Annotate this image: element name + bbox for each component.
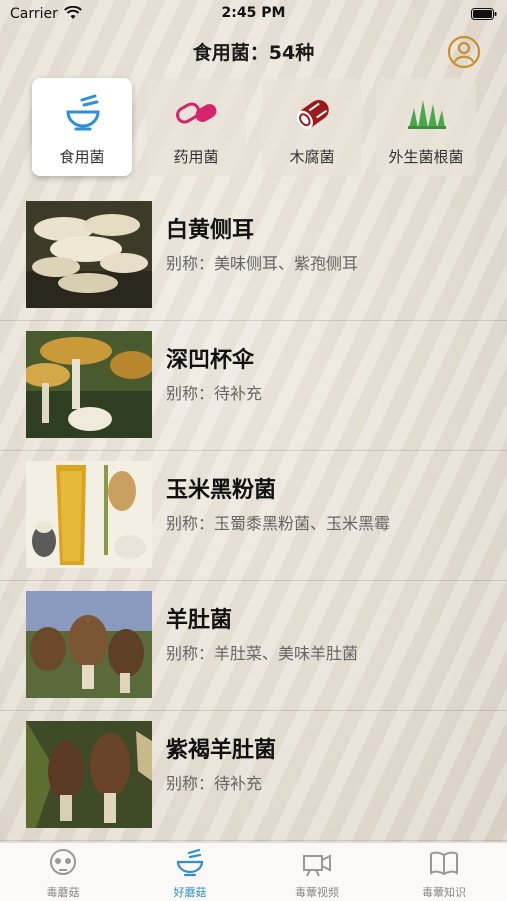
mushroom-list: 白黄侧耳 别称：美味侧耳、紫孢侧耳 深凹杯伞 别称：待补充 玉米黑粉菌 别称：玉… <box>0 190 507 842</box>
mushroom-photo <box>26 331 152 438</box>
mushroom-name: 羊肚菌 <box>166 608 233 633</box>
pill-icon <box>176 102 217 124</box>
tab-label: 毒蘑菇 <box>46 886 80 899</box>
profile-button[interactable] <box>447 35 481 69</box>
grass-icon <box>408 100 446 129</box>
tab-poison-knowledge[interactable]: 毒蕈知识 <box>381 843 507 901</box>
category-label: 外生菌根菌 <box>388 148 464 166</box>
list-item[interactable]: 玉米黑粉菌 别称：玉蜀黍黑粉菌、玉米黑霉 <box>0 450 507 581</box>
category-selector: 食用菌 药用菌 木腐菌 外生菌根菌 <box>0 78 507 178</box>
list-item[interactable]: 羊肚菌 别称：羊肚菜、美味羊肚菌 <box>0 580 507 711</box>
mushroom-alias: 别称：待补充 <box>166 774 263 793</box>
mushroom-alias: 别称：玉蜀黍黑粉菌、玉米黑霉 <box>166 514 391 533</box>
status-bar: Carrier 2:45 PM <box>0 0 507 28</box>
list-item[interactable]: 白黄侧耳 别称：美味侧耳、紫孢侧耳 <box>0 190 507 321</box>
tab-label: 毒蕈视频 <box>295 886 339 899</box>
log-icon <box>296 99 329 129</box>
category-label: 药用菌 <box>173 148 219 166</box>
book-icon <box>430 851 458 876</box>
list-item[interactable]: 紫褐羊肚菌 别称：待补充 <box>0 710 507 841</box>
category-label: 木腐菌 <box>289 148 335 166</box>
category-wood-decay[interactable]: 木腐菌 <box>262 78 362 176</box>
mushroom-name: 白黄侧耳 <box>166 218 255 243</box>
bowl-icon <box>176 849 204 877</box>
mushroom-photo <box>26 721 152 828</box>
page-title: 食用菌：54种 <box>192 42 315 64</box>
tab-label: 毒蕈知识 <box>422 886 466 899</box>
category-mycorrhizal[interactable]: 外生菌根菌 <box>376 78 476 176</box>
video-camera-icon <box>303 854 331 877</box>
mushroom-name: 玉米黑粉菌 <box>166 478 277 503</box>
mushroom-photo <box>26 591 152 698</box>
mushroom-alias: 别称：美味侧耳、紫孢侧耳 <box>166 254 359 273</box>
bowl-icon <box>66 94 100 131</box>
tab-good-mushroom[interactable]: 好蘑菇 <box>127 843 253 901</box>
clock: 2:45 PM <box>221 5 286 21</box>
tab-poison-video[interactable]: 毒蕈视频 <box>254 843 380 901</box>
skull-icon <box>50 849 76 875</box>
category-edible[interactable]: 食用菌 <box>32 78 132 176</box>
tab-bar: 毒蘑菇 好蘑菇 毒蕈视频 毒蕈知识 <box>0 842 507 901</box>
mushroom-photo <box>26 461 152 568</box>
tab-poison-mushroom[interactable]: 毒蘑菇 <box>0 843 126 901</box>
category-medicinal[interactable]: 药用菌 <box>146 78 246 176</box>
category-label: 食用菌 <box>59 148 105 166</box>
tab-label: 好蘑菇 <box>173 886 207 899</box>
mushroom-name: 深凹杯伞 <box>166 348 255 373</box>
list-item[interactable]: 深凹杯伞 别称：待补充 <box>0 320 507 451</box>
mushroom-photo <box>26 201 152 308</box>
mushroom-alias: 别称：待补充 <box>166 384 263 403</box>
mushroom-name: 紫褐羊肚菌 <box>166 738 277 763</box>
battery-icon <box>471 8 497 20</box>
mushroom-alias: 别称：羊肚菜、美味羊肚菌 <box>166 644 359 663</box>
